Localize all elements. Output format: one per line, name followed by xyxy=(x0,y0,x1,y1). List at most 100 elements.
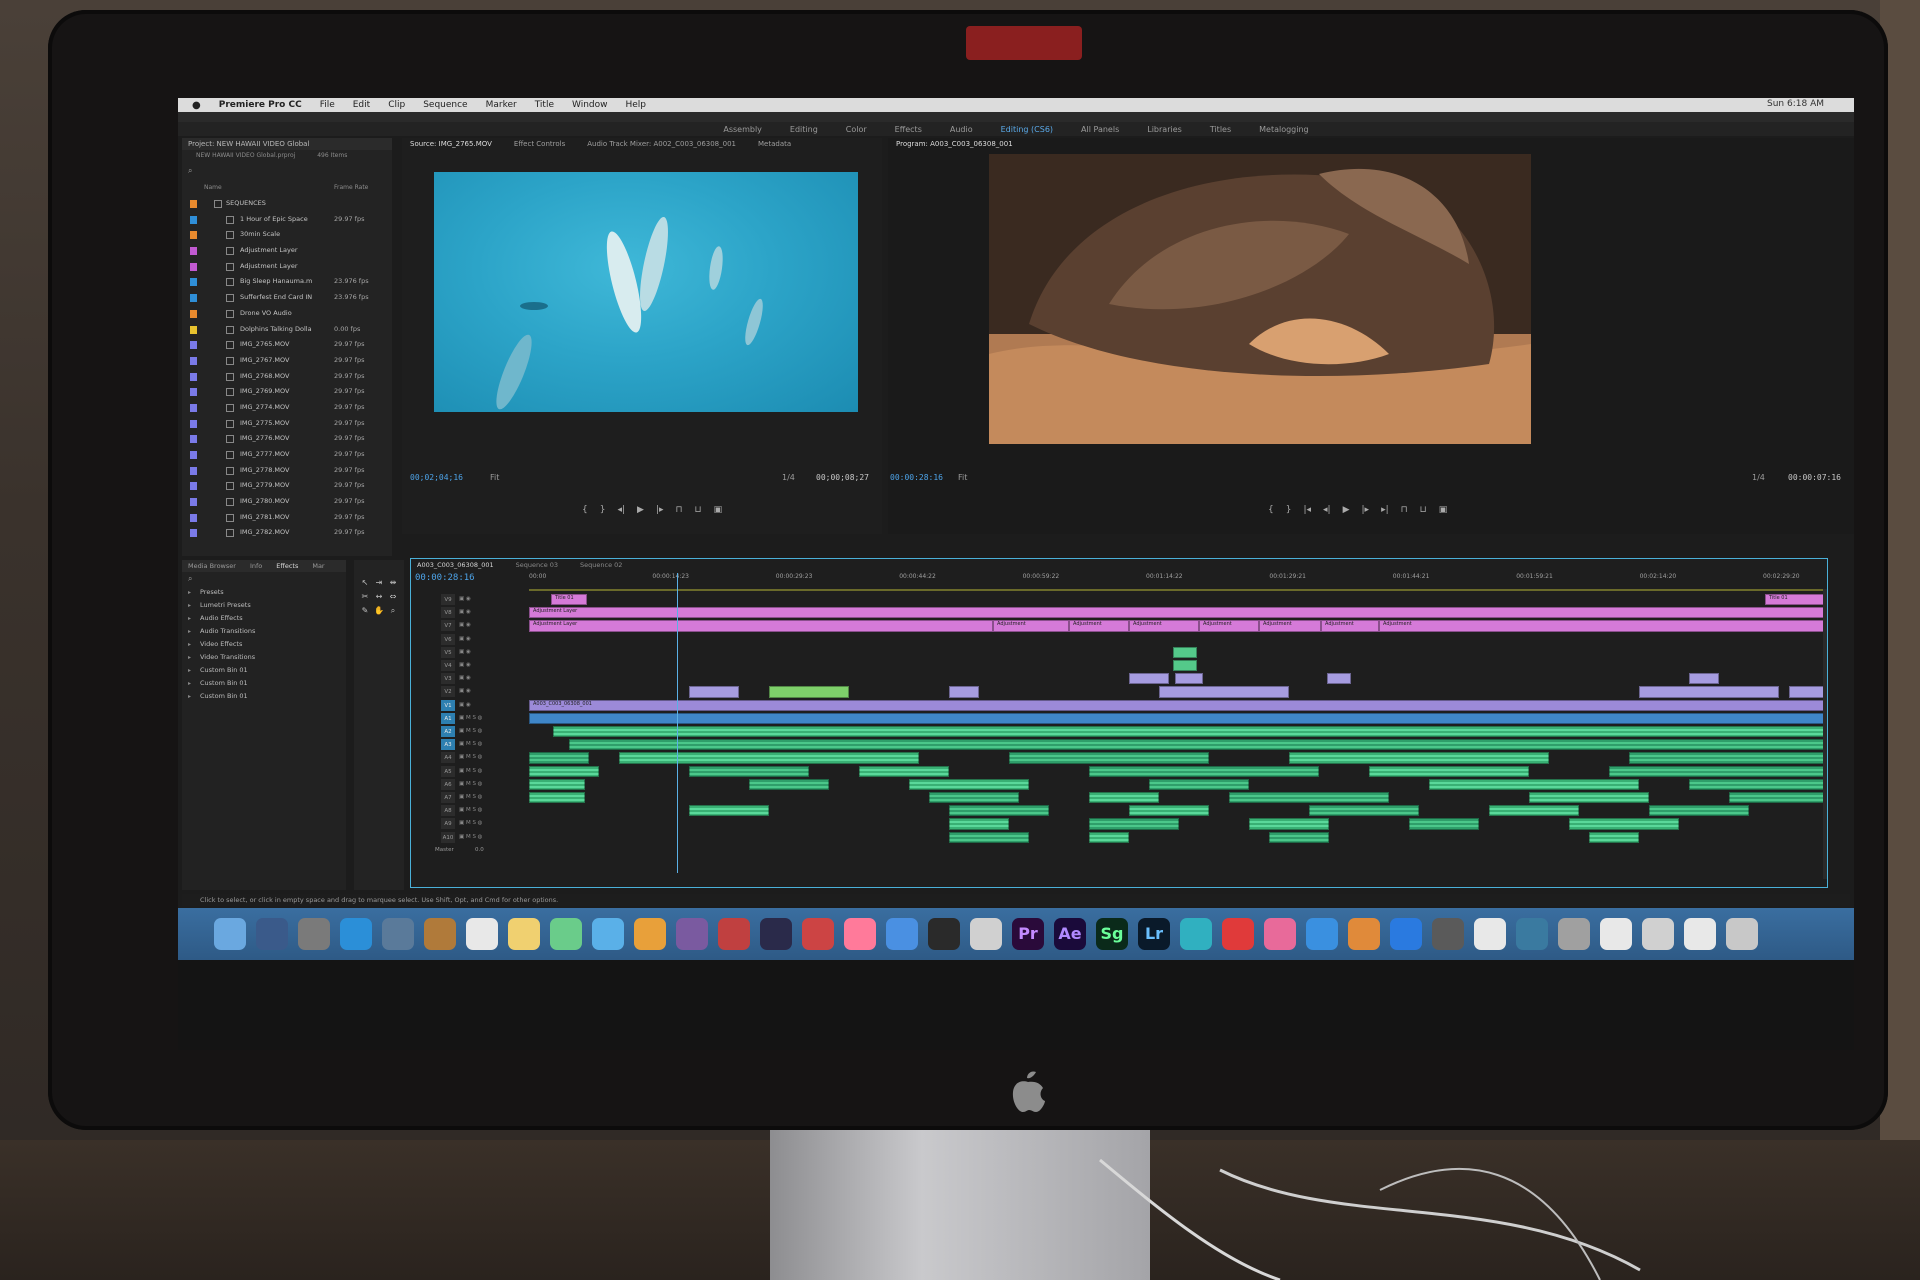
label-color-swatch[interactable] xyxy=(190,435,197,444)
audio-clip[interactable] xyxy=(529,778,585,790)
clip-area[interactable]: Title 01 Title 01 Adjustment Layer Adjustme… xyxy=(529,593,1823,883)
program-scale[interactable]: 1/4 xyxy=(1752,473,1765,482)
audio-clip[interactable] xyxy=(529,712,1823,724)
dock-app-icon[interactable] xyxy=(298,918,330,950)
project-item[interactable]: IMG_2780.MOV 29.97 fps xyxy=(182,494,392,510)
mark-out-icon[interactable]: } xyxy=(600,505,606,519)
audio-clip[interactable] xyxy=(1629,752,1823,764)
dock-app-icon[interactable] xyxy=(1516,918,1548,950)
workspace-all-panels[interactable]: All Panels xyxy=(1081,125,1119,134)
track-name[interactable]: V4 xyxy=(441,660,455,671)
track-name[interactable]: V6 xyxy=(441,633,455,645)
tab-markers[interactable]: Mar xyxy=(312,560,324,572)
track-name[interactable]: V7 xyxy=(441,620,455,632)
dock-app-icon[interactable] xyxy=(1558,918,1590,950)
project-item[interactable]: IMG_2775.MOV 29.97 fps xyxy=(182,416,392,432)
project-item[interactable]: IMG_2768.MOV 29.97 fps xyxy=(182,369,392,385)
project-item[interactable]: 1 Hour of Epic Space 29.97 fps xyxy=(182,212,392,228)
master-level[interactable]: 0.0 xyxy=(475,844,484,857)
project-item[interactable]: Drone VO Audio xyxy=(182,306,392,322)
tab-audio-track-mixer[interactable]: Audio Track Mixer: A002_C003_06308_001 xyxy=(587,138,736,150)
video-track-header[interactable]: V7 ▣ ◉ xyxy=(429,619,529,632)
track-name[interactable]: V3 xyxy=(441,673,455,685)
program-timecode-out[interactable]: 00:00:07:16 xyxy=(1788,473,1841,482)
tab-info[interactable]: Info xyxy=(250,560,262,572)
adjustment-layer-clip[interactable]: Adjustment xyxy=(1259,620,1321,632)
video-track-header[interactable]: V8 ▣ ◉ xyxy=(429,606,529,619)
project-item[interactable]: 30min Scale xyxy=(182,227,392,243)
ripple-edit-tool-icon[interactable]: ⇹ xyxy=(388,578,398,588)
audio-clip[interactable] xyxy=(929,792,1019,804)
audio-toggles-icon[interactable]: ▣ M S ◍ xyxy=(459,738,482,751)
video-clip[interactable] xyxy=(1159,686,1289,698)
project-item[interactable]: IMG_2778.MOV 29.97 fps xyxy=(182,463,392,479)
track-name[interactable]: V9 xyxy=(441,594,455,605)
dock-app-icon[interactable] xyxy=(718,918,750,950)
audio-clip[interactable] xyxy=(1649,805,1749,817)
audio-toggles-icon[interactable]: ▣ M S ◍ xyxy=(459,831,482,844)
dock-app-icon[interactable] xyxy=(1726,918,1758,950)
video-clip[interactable] xyxy=(1173,660,1197,672)
audio-clip[interactable] xyxy=(1589,831,1639,843)
effects-bin[interactable]: Custom Bin 01 xyxy=(188,664,255,677)
tab-effects[interactable]: Effects xyxy=(276,560,298,572)
audio-clip[interactable] xyxy=(689,765,809,777)
adjustment-layer-clip[interactable]: Adjustment xyxy=(1069,620,1129,632)
audio-clip[interactable] xyxy=(1149,778,1249,790)
adjustment-layer-clip[interactable]: Adjustment xyxy=(1321,620,1379,632)
project-item[interactable]: Dolphins Talking Dolla 0.00 fps xyxy=(182,322,392,338)
dock-app-icon[interactable] xyxy=(1642,918,1674,950)
audio-clip[interactable] xyxy=(619,752,919,764)
dock-app-icon[interactable] xyxy=(676,918,708,950)
title-clip[interactable]: Title 01 xyxy=(1765,594,1823,606)
audio-clip[interactable] xyxy=(1409,818,1479,830)
track-toggles-icon[interactable]: ▣ ◉ xyxy=(459,699,471,712)
audio-track-header[interactable]: A1 ▣ M S ◍ xyxy=(429,712,529,725)
program-timecode-in[interactable]: 00:00:28:16 xyxy=(890,473,943,482)
tab-sequence-main[interactable]: A003_C003_06308_001 xyxy=(417,559,494,571)
dock-app-icon[interactable] xyxy=(1222,918,1254,950)
audio-track-header[interactable]: A5 ▣ M S ◍ xyxy=(429,765,529,778)
label-color-swatch[interactable] xyxy=(190,325,197,334)
adjustment-layer-clip[interactable]: Adjustment xyxy=(1379,620,1823,632)
dock-app-icon[interactable] xyxy=(1684,918,1716,950)
label-color-swatch[interactable] xyxy=(190,231,197,240)
slip-tool-icon[interactable]: ↔ xyxy=(374,592,384,602)
label-color-swatch[interactable] xyxy=(190,466,197,475)
column-name[interactable]: Name xyxy=(204,184,222,191)
insert-icon[interactable]: ⊓ xyxy=(676,505,683,519)
label-color-swatch[interactable] xyxy=(190,247,197,256)
label-color-swatch[interactable] xyxy=(190,498,197,507)
audio-clip[interactable] xyxy=(1609,765,1823,777)
menu-help[interactable]: Help xyxy=(626,100,647,110)
hand-tool-icon[interactable]: ✋ xyxy=(374,606,384,616)
project-item[interactable]: Adjustment Layer xyxy=(182,259,392,275)
tab-sequence-03[interactable]: Sequence 03 xyxy=(516,559,558,571)
step-back-icon[interactable]: ◂| xyxy=(1323,505,1331,519)
pen-tool-icon[interactable]: ✎ xyxy=(360,606,370,616)
program-video-frame[interactable] xyxy=(989,154,1531,444)
dock-app-pr-icon[interactable]: Pr xyxy=(1012,918,1044,950)
dock-app-icon[interactable] xyxy=(760,918,792,950)
track-name[interactable]: A3 xyxy=(441,739,455,751)
effects-bin[interactable]: Audio Transitions xyxy=(188,625,255,638)
audio-clip[interactable] xyxy=(1269,831,1329,843)
selection-tool-icon[interactable]: ↖ xyxy=(360,578,370,588)
source-video-frame[interactable] xyxy=(434,172,858,412)
go-to-out-icon[interactable]: ▸| xyxy=(1381,505,1389,519)
track-name[interactable]: A5 xyxy=(441,765,455,777)
title-clip[interactable]: Title 01 xyxy=(551,594,587,606)
adjustment-layer-clip[interactable]: Adjustment Layer xyxy=(529,620,993,632)
dock-app-icon[interactable] xyxy=(508,918,540,950)
tab-metadata[interactable]: Metadata xyxy=(758,138,791,150)
workspace-libraries[interactable]: Libraries xyxy=(1147,125,1182,134)
workspace-color[interactable]: Color xyxy=(846,125,867,134)
track-select-tool-icon[interactable]: ⇥ xyxy=(374,578,384,588)
track-name[interactable]: A6 xyxy=(441,778,455,790)
audio-toggles-icon[interactable]: ▣ M S ◍ xyxy=(459,817,482,830)
audio-clip[interactable] xyxy=(749,778,829,790)
video-track-header[interactable]: V6 ▣ ◉ xyxy=(429,633,529,646)
label-color-swatch[interactable] xyxy=(190,200,197,208)
video-clip[interactable] xyxy=(689,686,739,698)
workspace-titles[interactable]: Titles xyxy=(1210,125,1231,134)
